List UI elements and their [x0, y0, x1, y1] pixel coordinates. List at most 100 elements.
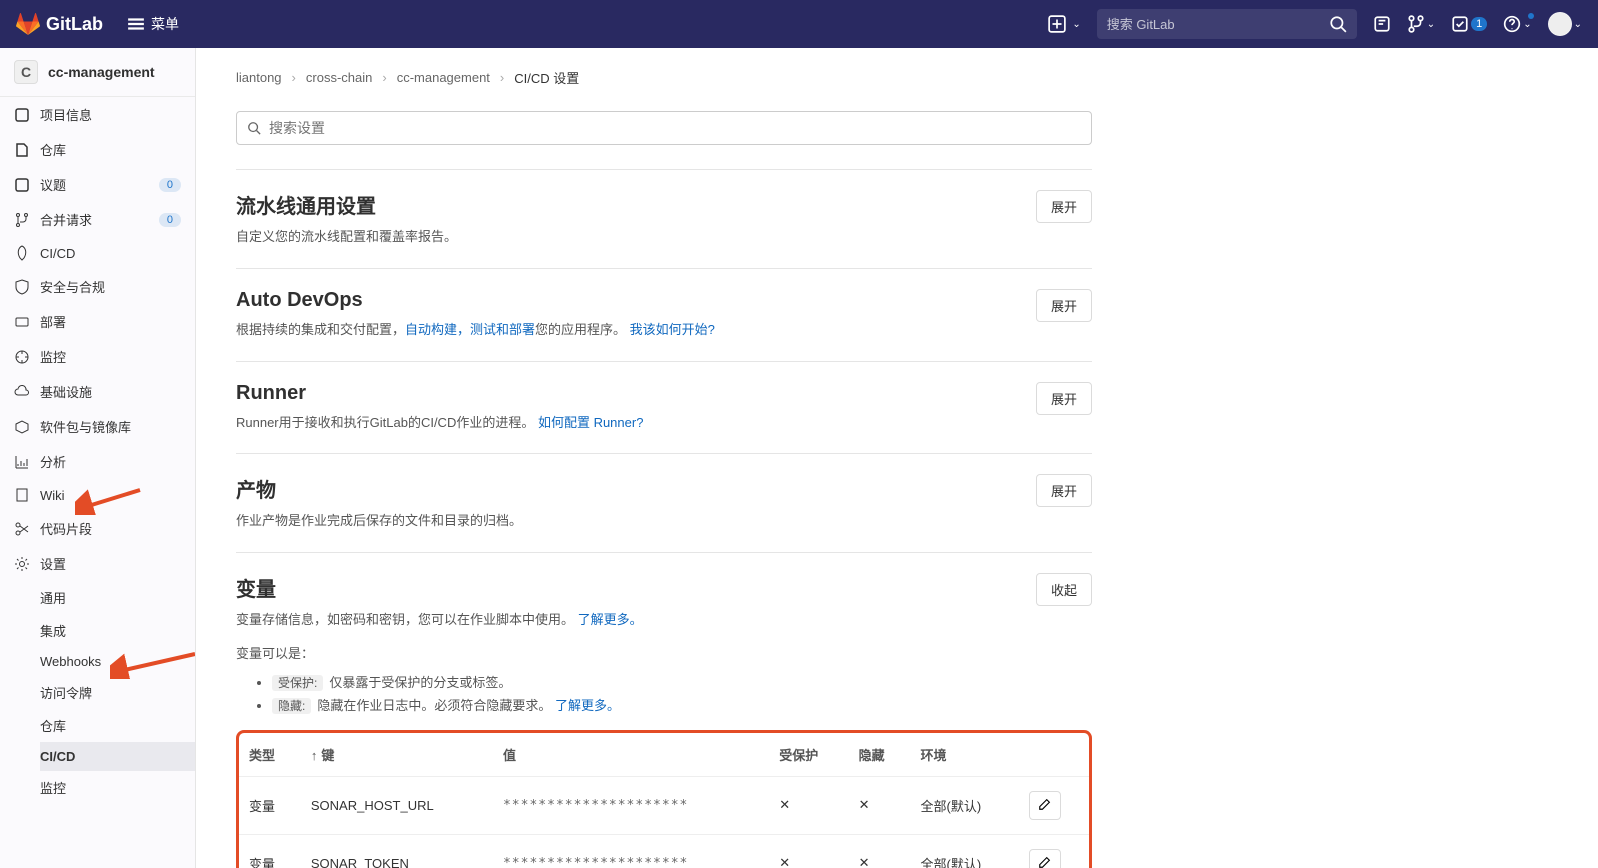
project-header[interactable]: C cc-management: [0, 48, 195, 97]
th-env[interactable]: 环境: [911, 733, 1020, 777]
chevron-down-icon: ⌄: [1072, 19, 1080, 30]
sidebar-item-packages[interactable]: 软件包与镜像库: [0, 409, 195, 444]
sidebar-item-project-info[interactable]: 项目信息: [0, 97, 195, 132]
th-value[interactable]: 值: [493, 733, 769, 777]
cell-env: 全部(默认): [911, 834, 1020, 868]
variables-hint: 变量可以是：: [236, 643, 1092, 662]
masked-link-learn[interactable]: 了解更多。: [555, 698, 620, 713]
table-row: 变量 SONAR_HOST_URL ********************* …: [239, 776, 1089, 834]
expand-button[interactable]: 展开: [1036, 289, 1092, 322]
chevron-down-icon: ⌄: [1427, 19, 1435, 30]
sidebar-item-wiki[interactable]: Wiki: [0, 479, 195, 511]
todo-icon: [1451, 15, 1469, 33]
pencil-icon: [1038, 797, 1052, 811]
breadcrumb-separator: ›: [292, 70, 296, 85]
sidebar-sub-general[interactable]: 通用: [40, 581, 195, 614]
issues-icon: [14, 177, 30, 193]
breadcrumb: liantong › cross-chain › cc-management ›…: [236, 64, 1558, 91]
sidebar-item-deployments[interactable]: 部署: [0, 304, 195, 339]
gear-icon: [14, 556, 30, 572]
search-input[interactable]: [1107, 17, 1329, 32]
chevron-down-icon: ⌄: [1574, 19, 1582, 30]
sort-ascending-icon: ↑: [311, 748, 318, 763]
issues-dashboard-link[interactable]: [1373, 15, 1391, 33]
menu-toggle[interactable]: 菜单: [127, 14, 179, 34]
sidebar-sub-webhooks[interactable]: Webhooks: [40, 647, 195, 676]
count-badge: 0: [159, 213, 181, 227]
breadcrumb-item[interactable]: cross-chain: [306, 70, 372, 85]
section-desc: 变量存储信息，如密码和密钥，您可以在作业脚本中使用。 了解更多。: [236, 610, 1020, 631]
sidebar-item-settings[interactable]: 设置: [0, 546, 195, 581]
cell-key: SONAR_TOKEN: [301, 834, 493, 868]
collapse-button[interactable]: 收起: [1036, 573, 1092, 606]
scissors-icon: [14, 521, 30, 537]
sidebar-item-merge-requests[interactable]: 合并请求0: [0, 202, 195, 237]
sidebar-item-issues[interactable]: 议题0: [0, 167, 195, 202]
cell-value: *********************: [493, 834, 769, 868]
masked-pill: 隐藏:: [272, 698, 311, 714]
runner-link-config[interactable]: 如何配置 Runner?: [538, 415, 643, 430]
cell-protected: ✕: [769, 834, 848, 868]
gitlab-logo[interactable]: GitLab: [16, 12, 103, 36]
cell-type: 变量: [239, 834, 301, 868]
table-row: 变量 SONAR_TOKEN ********************* ✕ ✕…: [239, 834, 1089, 868]
expand-button[interactable]: 展开: [1036, 474, 1092, 507]
book-icon: [14, 487, 30, 503]
th-masked[interactable]: 隐藏: [849, 733, 911, 777]
help-dropdown[interactable]: ⌄: [1503, 15, 1531, 33]
user-menu[interactable]: ⌄: [1548, 12, 1582, 36]
merge-requests-dashboard-link[interactable]: ⌄: [1407, 15, 1435, 33]
sidebar-item-cicd[interactable]: CI/CD: [0, 237, 195, 269]
global-search[interactable]: [1097, 9, 1357, 39]
todos-link[interactable]: 1: [1451, 15, 1487, 33]
breadcrumb-item[interactable]: liantong: [236, 70, 282, 85]
sidebar-sub-monitor[interactable]: 监控: [40, 771, 195, 804]
sidebar-item-security[interactable]: 安全与合规: [0, 269, 195, 304]
count-badge: 0: [159, 178, 181, 192]
expand-button[interactable]: 展开: [1036, 382, 1092, 415]
sidebar-item-infrastructure[interactable]: 基础设施: [0, 374, 195, 409]
sidebar-sub-cicd[interactable]: CI/CD: [40, 742, 195, 771]
list-item: 受保护:仅暴露于受保护的分支或标签。: [272, 672, 1092, 691]
issues-icon: [1373, 15, 1391, 33]
tanuki-icon: [16, 12, 40, 36]
search-settings-input[interactable]: [269, 120, 1081, 136]
breadcrumb-current: CI/CD 设置: [514, 68, 579, 87]
deploy-icon: [14, 314, 30, 330]
breadcrumb-item[interactable]: cc-management: [397, 70, 490, 85]
edit-variable-button[interactable]: [1029, 849, 1061, 868]
search-icon: [1329, 15, 1347, 33]
chart-icon: [14, 454, 30, 470]
autodevops-link-start[interactable]: 我该如何开始?: [630, 322, 715, 337]
sidebar-item-repository[interactable]: 仓库: [0, 132, 195, 167]
sidebar-item-monitor[interactable]: 监控: [0, 339, 195, 374]
sidebar-sub-repository[interactable]: 仓库: [40, 709, 195, 742]
th-key[interactable]: ↑键: [301, 733, 493, 777]
sidebar-sub-integrations[interactable]: 集成: [40, 614, 195, 647]
cell-key: SONAR_HOST_URL: [301, 776, 493, 834]
merge-icon: [1407, 15, 1425, 33]
create-new-dropdown[interactable]: ⌄: [1048, 15, 1080, 33]
expand-button[interactable]: 展开: [1036, 190, 1092, 223]
sidebar-sub-access-tokens[interactable]: 访问令牌: [40, 676, 195, 709]
chevron-down-icon: ⌄: [1523, 19, 1531, 30]
info-icon: [14, 107, 30, 123]
section-title-artifacts: 产物: [236, 474, 1020, 503]
cell-type: 变量: [239, 776, 301, 834]
sidebar-item-analytics[interactable]: 分析: [0, 444, 195, 479]
edit-variable-button[interactable]: [1029, 791, 1061, 820]
section-desc: 自定义您的流水线配置和覆盖率报告。: [236, 227, 1020, 248]
variables-table-highlight: 类型 ↑键 值 受保护 隐藏 环境 变量: [236, 730, 1092, 868]
th-protected[interactable]: 受保护: [769, 733, 848, 777]
rocket-icon: [14, 245, 30, 261]
question-icon: [1503, 15, 1521, 33]
section-desc: 根据持续的集成和交付配置，自动构建，测试和部署您的应用程序。 我该如何开始?: [236, 320, 1020, 341]
autodevops-link-build[interactable]: 自动构建，测试和部署: [405, 322, 535, 337]
project-sidebar: C cc-management 项目信息 仓库 议题0 合并请求0 CI/CD …: [0, 48, 196, 868]
variables-link-learn[interactable]: 了解更多。: [578, 612, 643, 627]
section-title-pipeline: 流水线通用设置: [236, 190, 1020, 219]
todo-count-badge: 1: [1471, 17, 1487, 31]
th-type[interactable]: 类型: [239, 733, 301, 777]
search-settings-box[interactable]: [236, 111, 1092, 145]
sidebar-item-snippets[interactable]: 代码片段: [0, 511, 195, 546]
